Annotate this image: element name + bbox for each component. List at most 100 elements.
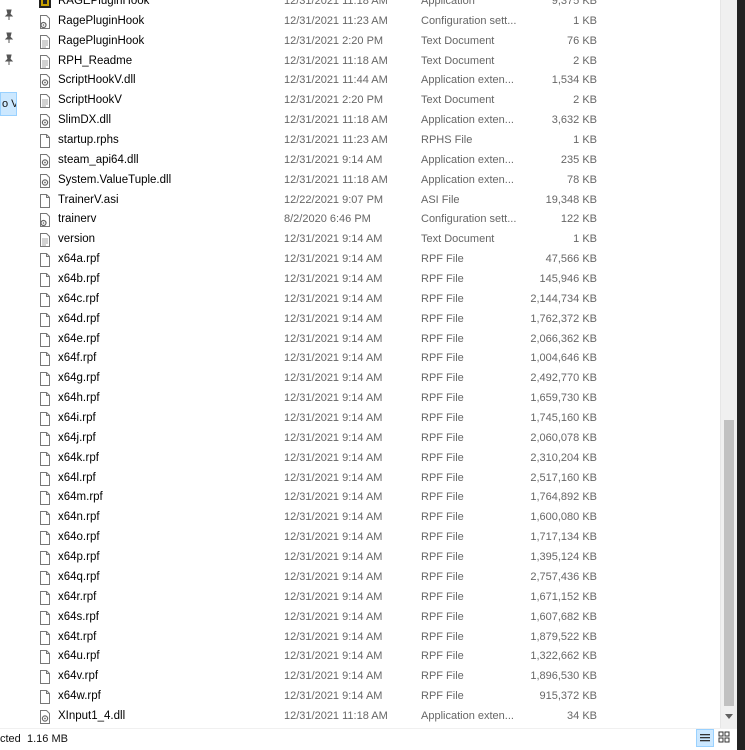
file-name[interactable]: x64g.rpf — [58, 369, 278, 389]
nav-item-selected[interactable]: o V — [0, 92, 17, 116]
file-date-modified: 12/31/2021 9:14 AM — [284, 332, 383, 345]
file-date-modified: 12/31/2021 11:44 AM — [284, 74, 388, 87]
file-row[interactable]: version 12/31/2021 9:14 AM Text Document 1 … — [34, 230, 720, 250]
file-row[interactable]: SlimDX.dll 12/31/2021 11:18 AM Application… — [34, 111, 720, 131]
file-name[interactable]: x64f.rpf — [58, 349, 278, 369]
file-row[interactable]: ScriptHookV 12/31/2021 2:20 PM Text Docume… — [34, 91, 720, 111]
file-name[interactable]: x64k.rpf — [58, 449, 278, 469]
file-row[interactable]: RagePluginHook 12/31/2021 2:20 PM Text Doc… — [34, 32, 720, 52]
file-name[interactable]: x64m.rpf — [58, 488, 278, 508]
file-row[interactable]: startup.rphs 12/31/2021 11:23 AM RPHS File… — [34, 131, 720, 151]
pin-icon[interactable] — [2, 53, 16, 67]
file-name[interactable]: x64s.rpf — [58, 608, 278, 628]
file-date-modified: 12/31/2021 9:14 AM — [284, 352, 383, 365]
file-name[interactable]: x64h.rpf — [58, 389, 278, 409]
file-row[interactable]: x64b.rpf 12/31/2021 9:14 AM RPF File 145,94… — [34, 270, 720, 290]
file-size: 915,372 KB — [539, 690, 598, 703]
file-name[interactable]: x64n.rpf — [58, 508, 278, 528]
file-row[interactable]: x64t.rpf 12/31/2021 9:14 AM RPF File 1,879,… — [34, 628, 720, 648]
file-name[interactable]: x64o.rpf — [58, 528, 278, 548]
file-row[interactable]: x64u.rpf 12/31/2021 9:14 AM RPF File 1,322,… — [34, 647, 720, 667]
blank-file-icon — [40, 352, 50, 367]
file-row[interactable]: XInput1_4.dll 12/31/2021 11:18 AM Applicat… — [34, 707, 720, 727]
file-row[interactable]: x64q.rpf 12/31/2021 9:14 AM RPF File 2,757,… — [34, 568, 720, 588]
file-name[interactable]: x64i.rpf — [58, 409, 278, 429]
blank-file-icon — [40, 491, 50, 506]
file-row[interactable]: x64i.rpf 12/31/2021 9:14 AM RPF File 1,745,… — [34, 409, 720, 429]
file-date-modified: 12/31/2021 9:14 AM — [284, 570, 383, 583]
file-row[interactable]: x64s.rpf 12/31/2021 9:14 AM RPF File 1,607,… — [34, 608, 720, 628]
file-name[interactable]: trainerv — [58, 210, 278, 230]
file-name[interactable]: startup.rphs — [58, 131, 278, 151]
large-icons-view-button[interactable] — [716, 729, 734, 747]
file-row[interactable]: x64n.rpf 12/31/2021 9:14 AM RPF File 1,600,… — [34, 508, 720, 528]
file-name[interactable]: x64r.rpf — [58, 588, 278, 608]
file-name[interactable]: x64j.rpf — [58, 429, 278, 449]
file-size: 9,375 KB — [551, 0, 597, 7]
file-row[interactable]: x64r.rpf 12/31/2021 9:14 AM RPF File 1,671,… — [34, 588, 720, 608]
file-row[interactable]: x64g.rpf 12/31/2021 9:14 AM RPF File 2,492,… — [34, 369, 720, 389]
file-name[interactable]: x64c.rpf — [58, 290, 278, 310]
file-date-modified: 12/31/2021 11:18 AM — [284, 114, 388, 127]
file-name[interactable]: RAGEPluginHook — [58, 0, 278, 12]
vertical-scrollbar[interactable] — [720, 0, 737, 728]
file-row[interactable]: x64h.rpf 12/31/2021 9:14 AM RPF File 1,659,… — [34, 389, 720, 409]
file-row[interactable]: x64f.rpf 12/31/2021 9:14 AM RPF File 1,004,… — [34, 349, 720, 369]
dll-file-icon — [40, 74, 50, 89]
details-view-icon — [700, 734, 710, 742]
pin-icon[interactable] — [2, 8, 16, 22]
file-row[interactable]: x64m.rpf 12/31/2021 9:14 AM RPF File 1,764,… — [34, 488, 720, 508]
file-row[interactable]: ScriptHookV.dll 12/31/2021 11:44 AM Applic… — [34, 71, 720, 91]
file-row[interactable]: x64v.rpf 12/31/2021 9:14 AM RPF File 1,896,… — [34, 667, 720, 687]
file-size: 1 KB — [573, 233, 597, 246]
scrollbar-thumb[interactable] — [724, 420, 734, 706]
file-size: 2 KB — [573, 94, 597, 107]
file-name[interactable]: x64e.rpf — [58, 330, 278, 350]
file-name[interactable]: XInput1_4.dll — [58, 707, 278, 727]
file-name[interactable]: x64t.rpf — [58, 628, 278, 648]
file-name[interactable]: x64q.rpf — [58, 568, 278, 588]
file-row[interactable]: System.ValueTuple.dll 12/31/2021 11:18 AM… — [34, 171, 720, 191]
file-row[interactable]: steam_api64.dll 12/31/2021 9:14 AM Applica… — [34, 151, 720, 171]
file-name[interactable]: x64d.rpf — [58, 310, 278, 330]
file-name[interactable]: ScriptHookV.dll — [58, 71, 278, 91]
file-row[interactable]: x64k.rpf 12/31/2021 9:14 AM RPF File 2,310,… — [34, 449, 720, 469]
file-name[interactable]: RagePluginHook — [58, 12, 278, 32]
large-icons-view-icon — [718, 731, 730, 743]
file-row[interactable]: x64d.rpf 12/31/2021 9:14 AM RPF File 1,762,… — [34, 310, 720, 330]
file-name[interactable]: x64u.rpf — [58, 647, 278, 667]
file-name[interactable]: System.ValueTuple.dll — [58, 171, 278, 191]
file-row[interactable]: RagePluginHook 12/31/2021 11:23 AM Configu… — [34, 12, 720, 32]
file-name[interactable]: steam_api64.dll — [58, 151, 278, 171]
file-name[interactable]: RPH_Readme — [58, 52, 278, 72]
file-row[interactable]: TrainerV.asi 12/22/2021 9:07 PM ASI File 19… — [34, 191, 720, 211]
file-name[interactable]: x64l.rpf — [58, 469, 278, 489]
file-row[interactable]: x64w.rpf 12/31/2021 9:14 AM RPF File 915,37… — [34, 687, 720, 707]
file-name[interactable]: x64p.rpf — [58, 548, 278, 568]
file-name[interactable]: x64a.rpf — [58, 250, 278, 270]
file-name[interactable]: ScriptHookV — [58, 91, 278, 111]
file-name[interactable]: version — [58, 230, 278, 250]
file-row[interactable]: x64o.rpf 12/31/2021 9:14 AM RPF File 1,717,… — [34, 528, 720, 548]
file-row[interactable]: x64c.rpf 12/31/2021 9:14 AM RPF File 2,144,… — [34, 290, 720, 310]
file-row[interactable]: x64a.rpf 12/31/2021 9:14 AM RPF File 47,566… — [34, 250, 720, 270]
file-name[interactable]: TrainerV.asi — [58, 191, 278, 211]
file-size: 2 KB — [573, 54, 597, 67]
file-row[interactable]: RPH_Readme 12/31/2021 11:18 AM Text Docume… — [34, 52, 720, 72]
file-row[interactable]: x64e.rpf 12/31/2021 9:14 AM RPF File 2,066,… — [34, 330, 720, 350]
details-view-button[interactable] — [696, 729, 714, 747]
file-row[interactable]: RAGEPluginHook 12/31/2021 11:18 AM Applica… — [34, 0, 720, 12]
file-row[interactable]: trainerv 8/2/2020 6:46 PM Configuration se… — [34, 210, 720, 230]
file-name[interactable]: x64w.rpf — [58, 687, 278, 707]
file-name[interactable]: x64b.rpf — [58, 270, 278, 290]
pin-icon[interactable] — [2, 31, 16, 45]
file-row[interactable]: x64l.rpf 12/31/2021 9:14 AM RPF File 2,517,… — [34, 469, 720, 489]
file-name[interactable]: x64v.rpf — [58, 667, 278, 687]
scroll-down-arrow[interactable] — [725, 714, 733, 719]
file-row[interactable]: x64j.rpf 12/31/2021 9:14 AM RPF File 2,060,… — [34, 429, 720, 449]
file-name[interactable]: RagePluginHook — [58, 32, 278, 52]
file-row[interactable]: x64p.rpf 12/31/2021 9:14 AM RPF File 1,395,… — [34, 548, 720, 568]
blank-file-icon — [40, 650, 50, 665]
file-size: 2,144,734 KB — [530, 292, 597, 305]
file-name[interactable]: SlimDX.dll — [58, 111, 278, 131]
